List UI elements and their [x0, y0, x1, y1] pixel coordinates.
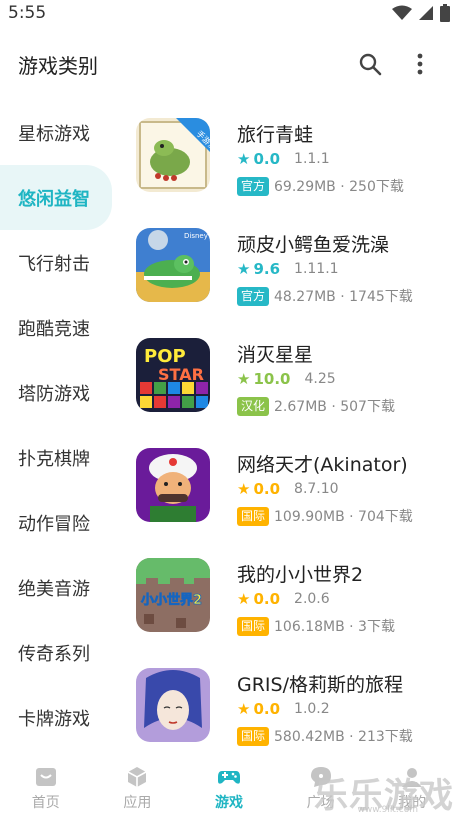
- game-meta: 69.29MB · 250下载: [274, 179, 404, 195]
- game-version: 1.1.1: [294, 151, 330, 167]
- app-bar: 游戏类别: [0, 36, 458, 92]
- source-tag: 国际: [237, 726, 270, 746]
- nav-home[interactable]: 首页: [1, 765, 91, 812]
- game-score: 9.6: [253, 260, 281, 278]
- signal-icon: [419, 6, 433, 20]
- cube-icon: [128, 767, 147, 787]
- game-name: 旅行青蛙: [237, 124, 314, 146]
- star-icon: ★: [237, 700, 251, 718]
- akinator-game-icon: [136, 448, 210, 522]
- rating-row: ★ 0.0 1.1.1: [237, 150, 330, 168]
- svg-text:STAR: STAR: [158, 365, 204, 384]
- star-icon: ★: [237, 260, 251, 278]
- search-icon: [359, 53, 382, 76]
- sidebar-item-legend-series[interactable]: 传奇系列: [0, 620, 115, 685]
- frog-game-icon: 手游汉化: [136, 118, 210, 192]
- nav-apps-label: 应用: [123, 795, 152, 811]
- game-name: 我的小小世界2: [237, 564, 364, 586]
- meta-row: 汉化 2.67MB · 507下载: [237, 396, 395, 416]
- rating-row: ★ 0.0 2.0.6: [237, 590, 330, 608]
- game-meta: 109.90MB · 704下载: [274, 509, 413, 525]
- game-name: 消灭星星: [237, 344, 314, 366]
- nav-games[interactable]: 游戏: [184, 765, 274, 812]
- game-version: 2.0.6: [294, 591, 330, 607]
- sidebar-item-card-board[interactable]: 扑克棋牌: [0, 425, 115, 490]
- popstar-game-icon: POP STAR: [136, 338, 210, 412]
- game-meta: 106.18MB · 3下载: [274, 619, 395, 635]
- star-icon: ★: [237, 590, 251, 608]
- game-meta: 580.42MB · 213下载: [274, 729, 413, 745]
- list-item[interactable]: GRIS/格莉斯的旅程 ★ 0.0 1.0.2 国际 580.42MB · 21…: [120, 660, 458, 770]
- status-bar: 5:55: [0, 0, 458, 26]
- game-score: 0.0: [253, 480, 281, 498]
- game-name: 网络天才(Akinator): [237, 454, 408, 476]
- crocodile-game-icon: Disney: [136, 228, 210, 302]
- star-icon: ★: [237, 480, 251, 498]
- list-item[interactable]: POP STAR 消灭星星 ★ 10.0 4.25 汉化 2.67MB · 50…: [120, 330, 458, 440]
- source-tag: 国际: [237, 506, 270, 526]
- home-icon: [35, 768, 56, 786]
- game-score: 0.0: [253, 150, 281, 168]
- meta-row: 官方 48.27MB · 1745下载: [237, 286, 413, 306]
- more-vert-icon: [417, 53, 423, 75]
- page-title: 游戏类别: [18, 53, 98, 78]
- sidebar-item-racing[interactable]: 跑酷竞速: [0, 295, 115, 360]
- source-tag: 官方: [237, 286, 270, 306]
- game-meta: 2.67MB · 507下载: [274, 399, 395, 415]
- battery-icon: [440, 4, 450, 22]
- sidebar-item-flight-shooter[interactable]: 飞行射击: [0, 230, 115, 295]
- game-score: 0.0: [253, 700, 281, 718]
- game-score: 10.0: [253, 370, 291, 388]
- meta-row: 国际 109.90MB · 704下载: [237, 506, 413, 526]
- rating-row: ★ 0.0 8.7.10: [237, 480, 339, 498]
- meta-row: 国际 106.18MB · 3下载: [237, 616, 395, 636]
- game-name: GRIS/格莉斯的旅程: [237, 674, 403, 696]
- rating-row: ★ 9.6 1.11.1: [237, 260, 339, 278]
- sidebar-item-music[interactable]: 绝美音游: [0, 555, 115, 620]
- nav-games-label: 游戏: [214, 795, 243, 811]
- gamepad-icon: [217, 771, 240, 784]
- rating-row: ★ 10.0 4.25: [237, 370, 336, 388]
- sidebar-item-tower-defense[interactable]: 塔防游戏: [0, 360, 115, 425]
- watermark-url: www.9llt.com: [357, 805, 418, 815]
- game-meta: 48.27MB · 1745下载: [274, 289, 413, 305]
- category-sidebar: 星标游戏 悠闲益智 飞行射击 跑酷竞速 塔防游戏 扑克棋牌 动作冒险 绝美音游 …: [0, 100, 115, 750]
- svg-text:Disney: Disney: [184, 232, 208, 240]
- more-options-button[interactable]: [400, 44, 440, 84]
- rating-row: ★ 0.0 1.0.2: [237, 700, 330, 718]
- nav-home-label: 首页: [31, 795, 60, 811]
- source-tag: 国际: [237, 616, 270, 636]
- list-item[interactable]: 网络天才(Akinator) ★ 0.0 8.7.10 国际 109.90MB …: [120, 440, 458, 550]
- game-version: 8.7.10: [294, 481, 339, 497]
- game-score: 0.0: [253, 590, 281, 608]
- list-item[interactable]: 手游汉化 旅行青蛙 ★ 0.0 1.1.1 官方 69.29MB · 250下载: [120, 110, 458, 220]
- source-tag: 官方: [237, 176, 270, 196]
- game-version: 1.0.2: [294, 701, 330, 717]
- nav-apps[interactable]: 应用: [92, 765, 182, 812]
- wifi-icon: [392, 5, 412, 20]
- status-time: 5:55: [8, 3, 47, 23]
- svg-text:小小世界2: 小小世界2: [141, 592, 202, 608]
- meta-row: 官方 69.29MB · 250下载: [237, 176, 404, 196]
- game-version: 1.11.1: [294, 261, 339, 277]
- meta-row: 国际 580.42MB · 213下载: [237, 726, 413, 746]
- star-icon: ★: [237, 150, 251, 168]
- game-list: 手游汉化 旅行青蛙 ★ 0.0 1.1.1 官方 69.29MB · 250下载: [120, 110, 458, 750]
- sidebar-item-card-games[interactable]: 卡牌游戏: [0, 685, 115, 750]
- svg-text:POP: POP: [144, 346, 186, 367]
- source-tag: 汉化: [237, 396, 270, 416]
- list-item[interactable]: Disney 顽皮小鳄鱼爱洗澡 ★ 9.6 1.11.1 官方 48.27MB …: [120, 220, 458, 330]
- minecraft-game-icon: 小小世界2: [136, 558, 210, 632]
- sidebar-item-casual-puzzle[interactable]: 悠闲益智: [0, 165, 112, 230]
- sidebar-item-action-adventure[interactable]: 动作冒险: [0, 490, 115, 555]
- game-version: 4.25: [304, 371, 336, 387]
- star-icon: ★: [237, 370, 251, 388]
- status-icons: [392, 4, 450, 22]
- gris-game-icon: [136, 668, 210, 742]
- search-button[interactable]: [350, 44, 390, 84]
- list-item[interactable]: 小小世界2 我的小小世界2 ★ 0.0 2.0.6 国际 106.18MB · …: [120, 550, 458, 660]
- game-name: 顽皮小鳄鱼爱洗澡: [237, 234, 390, 256]
- sidebar-item-starred[interactable]: 星标游戏: [0, 100, 115, 165]
